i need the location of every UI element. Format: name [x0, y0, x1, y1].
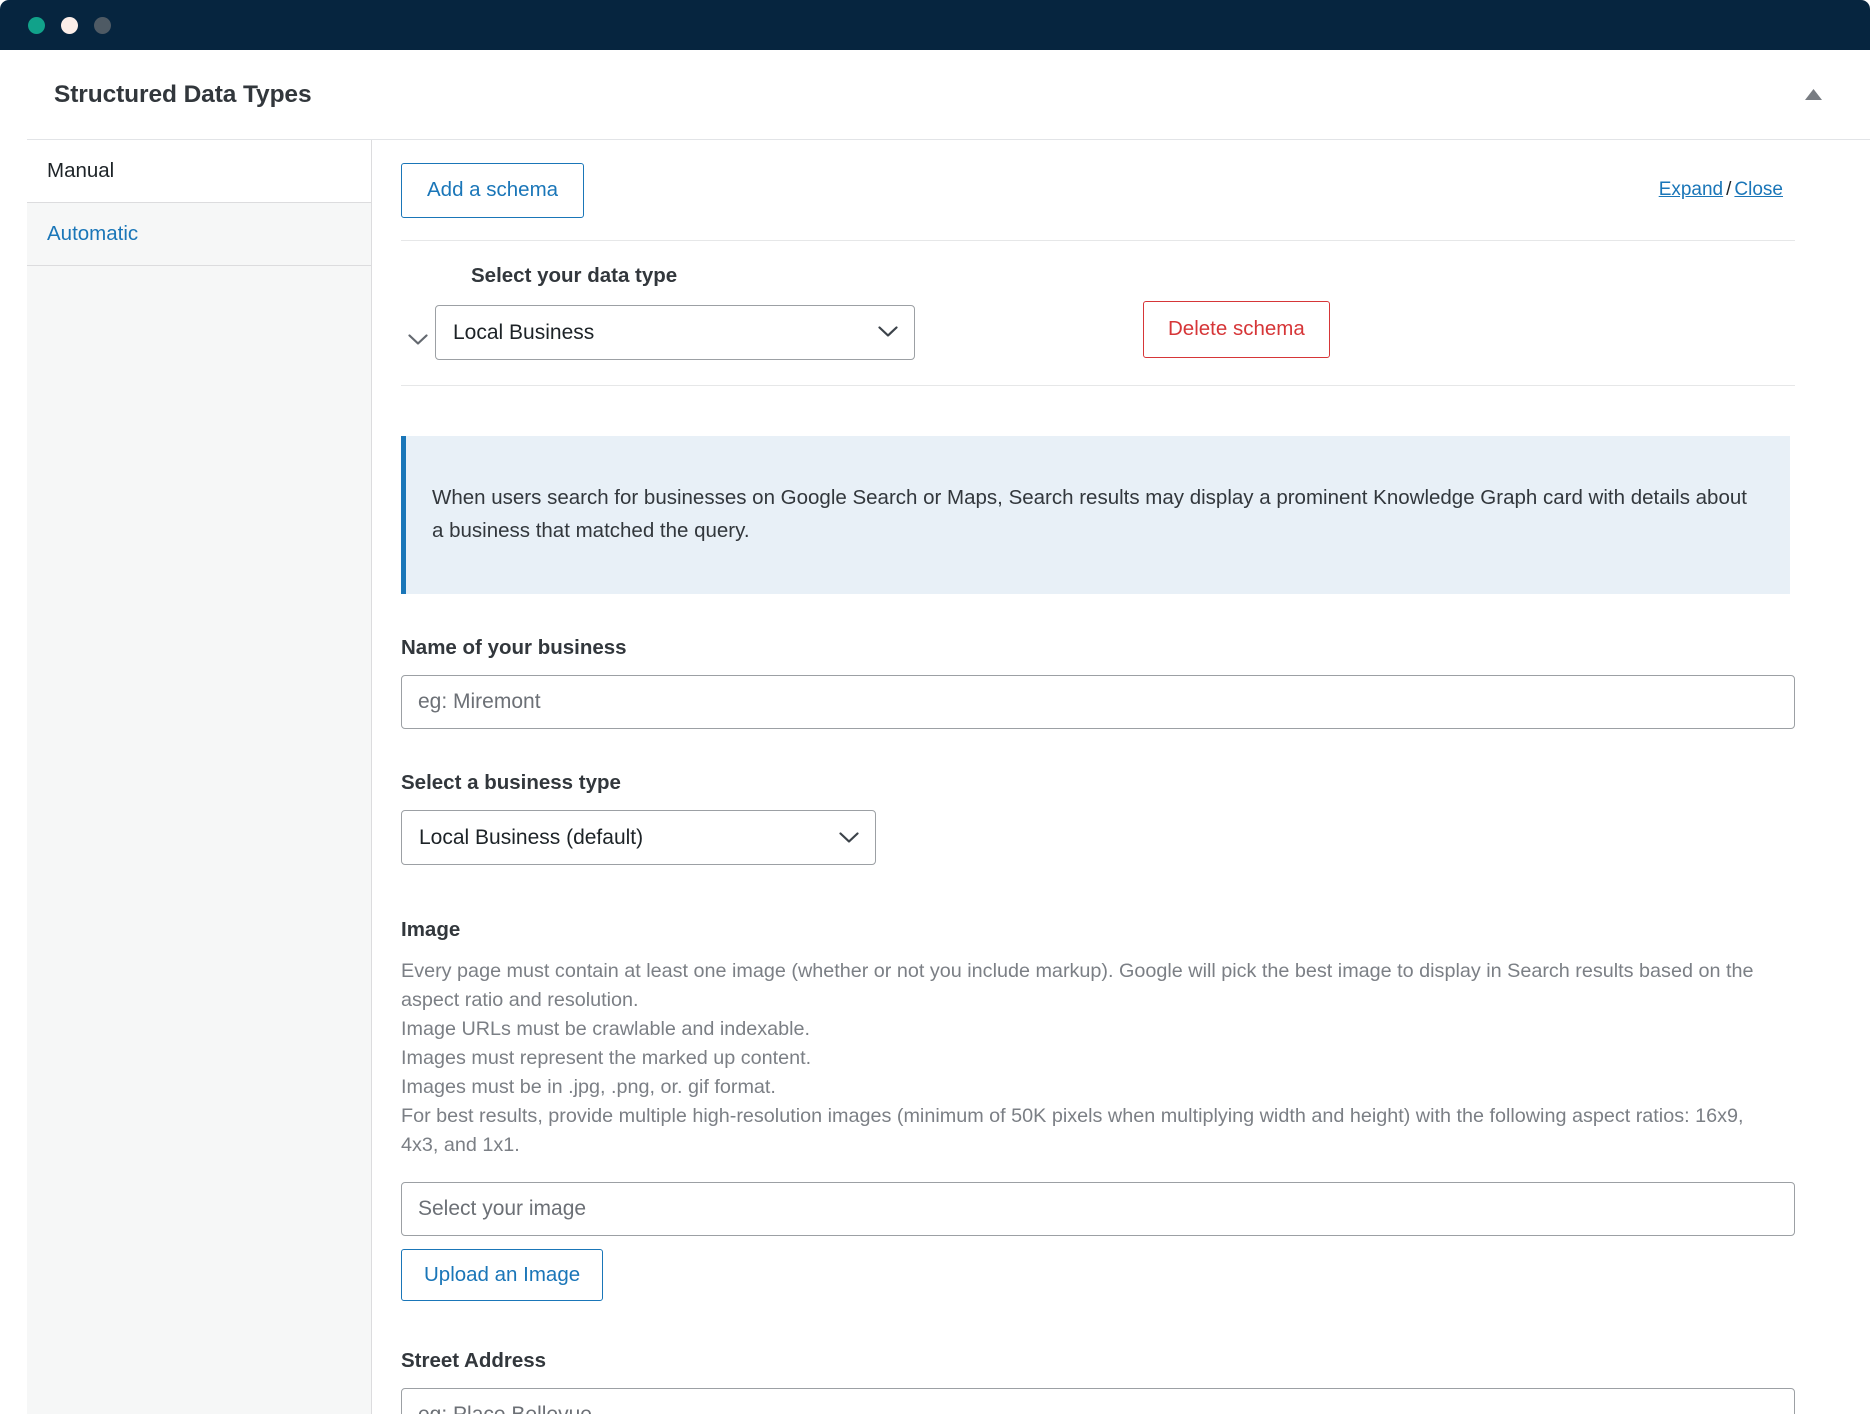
panel-body: Manual Automatic Add a schema Expand / Clo…: [27, 140, 1870, 1414]
main-content: Add a schema Expand / Close Select your da…: [372, 140, 1870, 1414]
business-type-select-wrapper: Local Business (default): [401, 810, 876, 866]
sidebar: Manual Automatic: [27, 140, 372, 1414]
link-separator: /: [1726, 179, 1732, 201]
traffic-light-gray[interactable]: [94, 16, 111, 34]
image-desc-line: Image URLs must be crawlable and indexab…: [401, 1018, 811, 1041]
business-type-label: Select a business type: [401, 771, 621, 795]
image-description: Every page must contain at least one ima…: [401, 957, 1781, 1159]
triangle-up-icon[interactable]: [1802, 84, 1824, 106]
info-banner: When users search for businesses on Goog…: [401, 435, 1790, 595]
image-label: Image: [401, 918, 461, 942]
data-type-group: Select your data type Local Business: [435, 264, 915, 360]
traffic-light-white[interactable]: [61, 16, 78, 34]
image-desc-line: For best results, provide multiple high-…: [401, 1104, 1744, 1156]
street-address-input[interactable]: [401, 1388, 1795, 1414]
traffic-light-green[interactable]: [28, 16, 45, 34]
page-title: Structured Data Types: [54, 80, 312, 108]
add-schema-button[interactable]: Add a schema: [401, 163, 585, 218]
sidebar-item-automatic[interactable]: Automatic: [27, 203, 371, 266]
info-banner-text: When users search for businesses on Goog…: [432, 485, 1747, 542]
upload-image-button[interactable]: Upload an Image: [401, 1248, 604, 1302]
panel-header: Structured Data Types: [27, 50, 1870, 140]
app-frame: Structured Data Types Manual Automatic A…: [0, 50, 1870, 1414]
business-name-group: Name of your business: [401, 636, 1795, 730]
business-name-label: Name of your business: [401, 636, 627, 660]
data-type-select[interactable]: Local Business: [435, 304, 915, 360]
delete-schema-button[interactable]: Delete schema: [1143, 301, 1330, 358]
sidebar-empty-area: [27, 266, 371, 1414]
street-address-group: Street Address: [401, 1349, 1795, 1414]
expand-close-links: Expand / Close: [1659, 179, 1795, 201]
business-name-input[interactable]: [401, 675, 1795, 730]
business-type-select[interactable]: Local Business (default): [401, 810, 876, 866]
data-type-select-wrapper: Local Business: [435, 304, 915, 360]
image-desc-line: Images must be in .jpg, .png, or. gif fo…: [401, 1075, 776, 1098]
sidebar-item-manual[interactable]: Manual: [27, 140, 371, 203]
image-group: Image Every page must contain at least o…: [401, 918, 1795, 1302]
image-desc-line: Images must represent the marked up cont…: [401, 1046, 812, 1069]
sidebar-item-label: Automatic: [47, 222, 139, 245]
schema-toolbar: Add a schema Expand / Close: [401, 140, 1795, 241]
chevron-down-icon[interactable]: [401, 334, 435, 360]
business-type-group: Select a business type Local Business (d…: [401, 771, 1795, 866]
schema-header-row: Select your data type Local Business Del…: [401, 241, 1795, 386]
sidebar-item-label: Manual: [47, 159, 115, 182]
data-type-label: Select your data type: [471, 263, 678, 287]
image-select-input[interactable]: [401, 1181, 1795, 1236]
expand-link[interactable]: Expand: [1659, 179, 1723, 200]
street-address-label: Street Address: [401, 1349, 547, 1373]
image-desc-line: Every page must contain at least one ima…: [401, 960, 1754, 1012]
close-link[interactable]: Close: [1734, 179, 1783, 200]
window-titlebar: [0, 0, 1870, 50]
